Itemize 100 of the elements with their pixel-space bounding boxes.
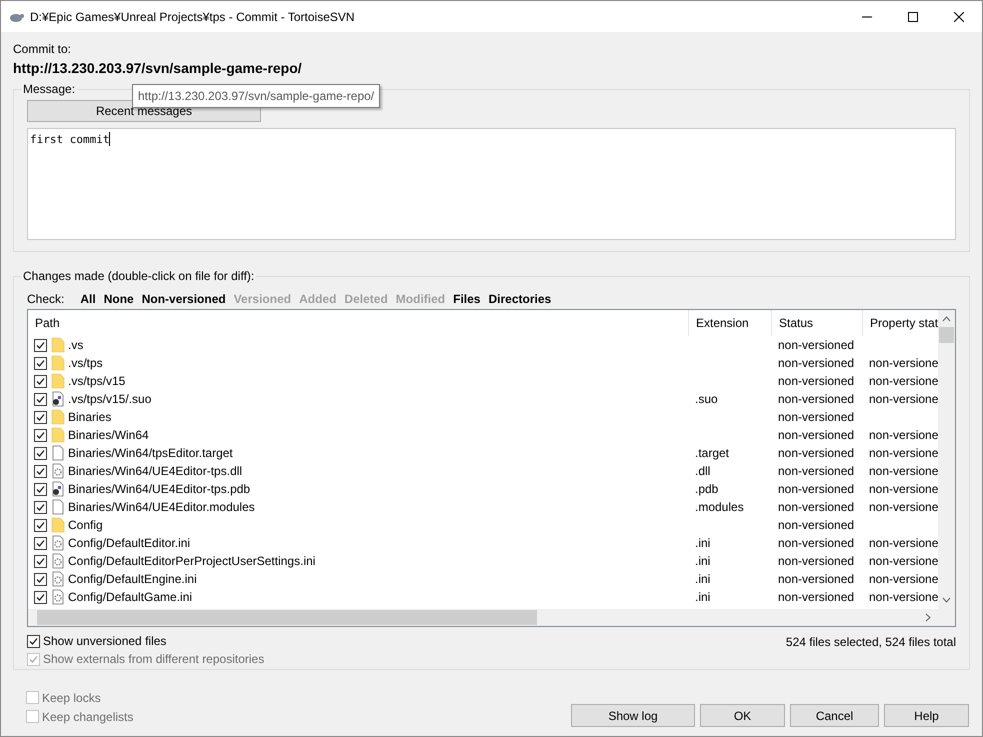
checkbox-label: Keep locks xyxy=(42,690,101,706)
extension-cell: .ini xyxy=(695,572,710,586)
status-cell: non-versioned xyxy=(778,590,854,604)
status-cell: non-versioned xyxy=(778,464,854,478)
checkbox[interactable] xyxy=(34,356,47,370)
property-status-cell: non-versione xyxy=(869,392,938,406)
gear-file-icon xyxy=(51,589,65,605)
column-header[interactable]: Extension xyxy=(689,310,772,336)
vertical-scrollbar[interactable] xyxy=(938,310,955,609)
status-cell: non-versioned xyxy=(778,446,854,460)
filter-link[interactable]: Directories xyxy=(488,290,552,308)
checkbox[interactable] xyxy=(34,518,47,532)
property-status-cell: non-versione xyxy=(869,536,938,550)
extension-cell: .ini xyxy=(695,590,710,604)
dialog-button[interactable]: Show log xyxy=(571,704,695,727)
property-status-cell: non-versione xyxy=(869,464,938,478)
dialog-button[interactable]: Cancel xyxy=(790,704,879,727)
path-cell-text: .vs/tps/v15/.suo xyxy=(68,391,152,408)
path-cell-text: Config xyxy=(68,517,103,534)
path-cell-text: Binaries/Win64/UE4Editor.modules xyxy=(68,499,255,516)
message-field[interactable]: first commit xyxy=(27,128,956,240)
checkbox[interactable] xyxy=(34,410,47,424)
filter-link[interactable]: None xyxy=(104,290,134,308)
folder-icon xyxy=(51,409,65,425)
status-cell: non-versioned xyxy=(778,338,854,352)
path-cell-text: Binaries/Win64/UE4Editor-tps.dll xyxy=(68,463,242,480)
status-cell: non-versioned xyxy=(778,482,854,496)
property-status-cell: non-versione xyxy=(869,554,938,568)
checkbox[interactable] xyxy=(34,374,47,388)
checkbox[interactable] xyxy=(34,482,47,496)
property-status-cell: non-versione xyxy=(869,572,938,586)
status-cell: non-versioned xyxy=(778,410,854,424)
column-header[interactable]: Path xyxy=(28,310,689,336)
checkbox[interactable] xyxy=(34,446,47,460)
checkbox[interactable] xyxy=(34,536,47,550)
checkbox[interactable] xyxy=(34,464,47,478)
folder-icon xyxy=(51,427,65,443)
status-cell: non-versioned xyxy=(778,392,854,406)
checkbox[interactable] xyxy=(34,392,47,406)
repository-url: http://13.230.203.97/svn/sample-game-repo/ xyxy=(13,59,302,77)
extension-cell: .suo xyxy=(695,392,718,406)
status-cell: non-versioned xyxy=(778,500,854,514)
scroll-thumb[interactable] xyxy=(939,327,954,343)
property-status-cell: non-versione xyxy=(869,482,938,496)
checkbox[interactable] xyxy=(34,590,47,604)
dialog-button[interactable]: Help xyxy=(884,704,969,727)
gear-file-icon xyxy=(51,535,65,551)
property-status-cell: non-versione xyxy=(869,356,938,370)
commit-to-label: Commit to: xyxy=(13,41,72,57)
path-cell-text: .vs xyxy=(68,337,84,354)
file-icon xyxy=(51,499,65,515)
tooltip: http://13.230.203.97/svn/sample-game-repo/ xyxy=(132,84,380,108)
path-cell-text: Binaries/Win64/UE4Editor-tps.pdb xyxy=(68,481,250,498)
gear-file-icon xyxy=(51,463,65,479)
path-cell-text: Config/DefaultEditor.ini xyxy=(68,535,190,552)
path-cell-text: .vs/tps xyxy=(68,355,103,372)
check-label: Check: xyxy=(27,291,64,308)
path-cell-text: Binaries/Win64/tpsEditor.target xyxy=(68,445,233,462)
status-cell: non-versioned xyxy=(778,518,854,532)
status-cell: non-versioned xyxy=(778,428,854,442)
filter-link[interactable]: Non-versioned xyxy=(142,290,226,308)
path-cell-text: Binaries/Win64 xyxy=(68,427,149,444)
column-header[interactable]: Status xyxy=(772,310,863,336)
file-icon xyxy=(51,445,65,461)
dialog-button[interactable]: OK xyxy=(700,704,785,727)
binary-file-icon xyxy=(51,391,65,407)
group-label: Changes made (double-click on file for diff): xyxy=(21,269,256,283)
property-status-cell: non-versione xyxy=(869,428,938,442)
folder-icon xyxy=(51,337,65,353)
path-cell-text: Config/DefaultEngine.ini xyxy=(68,571,197,588)
checkbox[interactable] xyxy=(34,428,47,442)
status-cell: non-versioned xyxy=(778,374,854,388)
scroll-thumb[interactable] xyxy=(37,610,537,625)
checkbox[interactable] xyxy=(27,634,40,648)
group-label: Message: xyxy=(21,82,78,96)
property-status-cell: non-versione xyxy=(869,500,938,514)
filter-link[interactable]: Files xyxy=(453,290,480,308)
extension-cell: .dll xyxy=(695,464,710,478)
checkbox[interactable] xyxy=(34,572,47,586)
horizontal-scrollbar[interactable] xyxy=(28,609,955,626)
extension-cell: .target xyxy=(695,446,730,460)
checkbox[interactable] xyxy=(34,500,47,514)
checkbox-label: Show unversioned files xyxy=(43,633,166,650)
property-status-cell: non-versione xyxy=(869,446,938,460)
extension-cell: .pdb xyxy=(695,482,718,496)
checkbox[interactable] xyxy=(34,338,47,352)
gear-file-icon xyxy=(51,553,65,569)
status-cell: non-versioned xyxy=(778,536,854,550)
extension-cell: .ini xyxy=(695,536,710,550)
property-status-cell: non-versione xyxy=(869,374,938,388)
path-cell-text: .vs/tps/v15 xyxy=(68,373,126,390)
binary-file-icon xyxy=(51,481,65,497)
checkbox-label: Show externals from different repositories xyxy=(43,651,264,668)
checkbox[interactable] xyxy=(34,554,47,568)
window-title: D:¥Epic Games¥Unreal Projects¥tps - Commit - TortoiseSVN xyxy=(30,8,356,26)
checkbox-label: Keep changelists xyxy=(42,708,134,726)
status-cell: non-versioned xyxy=(778,554,854,568)
filter-link[interactable]: All xyxy=(80,290,96,308)
path-cell-text: Config/DefaultEditorPerProjectUserSettings.ini xyxy=(68,553,316,570)
property-status-cell: non-versione xyxy=(869,590,938,604)
